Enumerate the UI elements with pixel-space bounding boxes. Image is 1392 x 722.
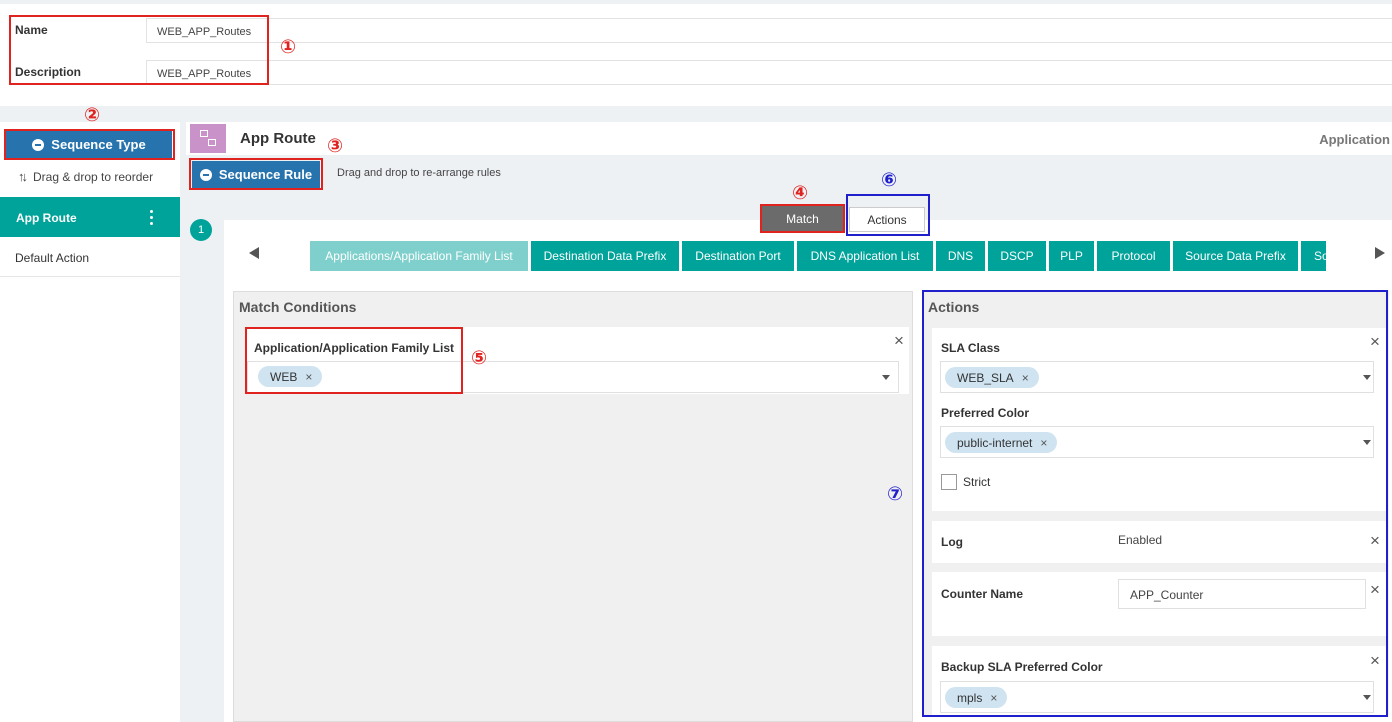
drag-hint: ↑↓ Drag & drop to reorder	[18, 169, 153, 184]
tab-applications-family-list[interactable]: Applications/Application Family List	[310, 241, 528, 271]
name-field[interactable]: WEB_APP_Routes	[146, 18, 1392, 43]
annotation-6: ⑥	[880, 170, 898, 191]
description-field[interactable]: WEB_APP_Routes	[146, 60, 1392, 85]
more-vertical-icon[interactable]	[150, 210, 154, 225]
tab-dscp[interactable]: DSCP	[988, 241, 1046, 271]
sidebar-item-default-action[interactable]: Default Action	[0, 237, 180, 277]
annotation-box-7	[922, 290, 1388, 717]
annotation-box-3	[189, 158, 323, 190]
sidebar-item-label: Default Action	[15, 251, 90, 265]
annotation-1: ①	[279, 37, 297, 58]
rule-number-badge: 1	[190, 219, 212, 241]
drag-hint-text: Drag & drop to reorder	[33, 169, 154, 184]
tabs-next-arrow-icon[interactable]	[1375, 247, 1385, 259]
tab-plp[interactable]: PLP	[1049, 241, 1094, 271]
tab-source-data-prefix[interactable]: Source Data Prefix	[1173, 241, 1298, 271]
annotation-box-6	[846, 194, 930, 236]
tab-dns[interactable]: DNS	[936, 241, 985, 271]
sequence-sidebar: Sequence Type ↑↓ Drag & drop to reorder …	[0, 122, 180, 722]
match-conditions-title: Match Conditions	[239, 299, 357, 315]
chevron-down-icon	[882, 375, 890, 380]
annotation-7: ⑦	[886, 484, 904, 505]
close-icon[interactable]: ×	[894, 332, 904, 349]
annotation-2: ②	[83, 105, 101, 126]
sidebar-item-label: App Route	[16, 211, 77, 225]
tabs-prev-arrow-icon[interactable]	[249, 247, 259, 259]
tab-overflow[interactable]: So	[1301, 241, 1326, 271]
tab-destination-data-prefix[interactable]: Destination Data Prefix	[531, 241, 679, 271]
tab-dns-application-list[interactable]: DNS Application List	[797, 241, 933, 271]
annotation-box-4	[760, 204, 845, 233]
annotation-box-1	[9, 15, 269, 85]
policy-header: App Route Application	[186, 122, 1392, 155]
annotation-3: ③	[326, 136, 344, 157]
annotation-box-2	[4, 129, 175, 160]
app-route-icon	[190, 124, 226, 153]
policy-form: WEB_APP_Routes WEB_APP_Routes Name Descr…	[0, 4, 1392, 106]
annotation-4: ④	[791, 183, 809, 204]
annotation-box-5	[245, 327, 463, 394]
application-label: Application	[1319, 132, 1390, 147]
tab-protocol[interactable]: Protocol	[1097, 241, 1170, 271]
tab-destination-port[interactable]: Destination Port	[682, 241, 794, 271]
page-title: App Route	[240, 130, 316, 147]
reorder-arrows-icon: ↑↓	[18, 169, 28, 184]
sidebar-item-app-route[interactable]: App Route	[0, 197, 180, 237]
rule-drag-hint: Drag and drop to re-arrange rules	[337, 167, 501, 179]
annotation-5: ⑤	[470, 348, 488, 369]
